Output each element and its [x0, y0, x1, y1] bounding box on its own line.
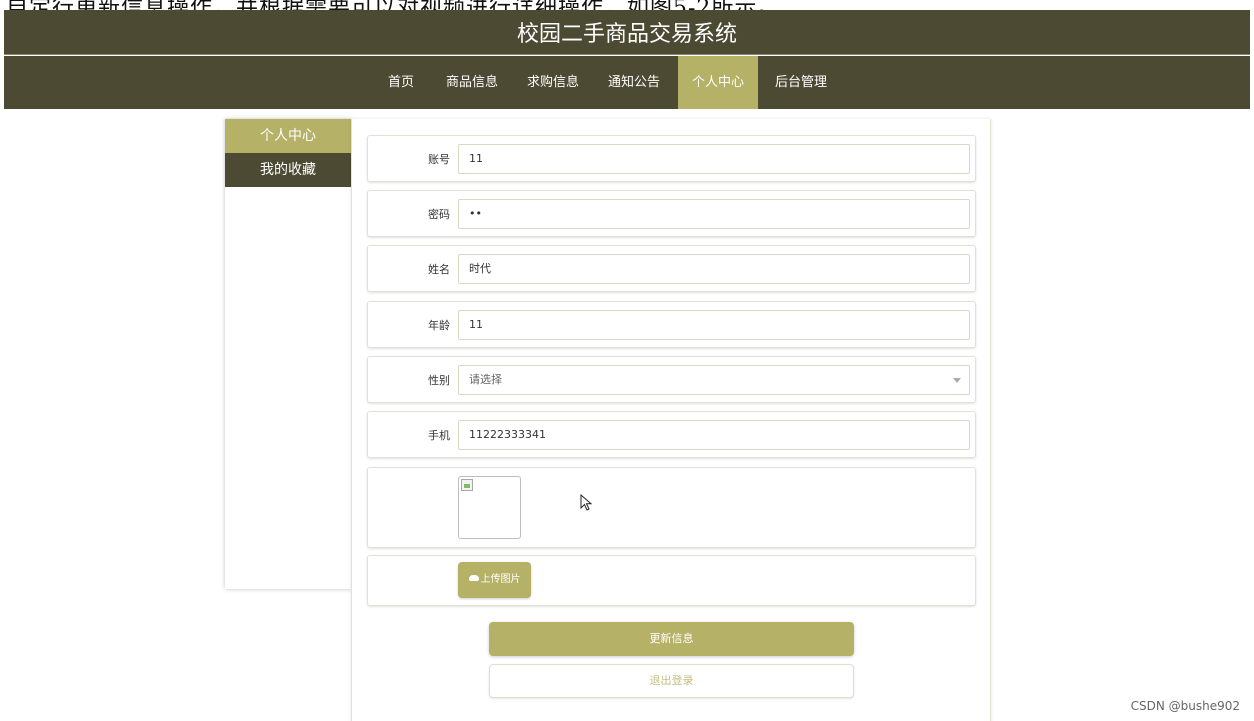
- logout-button[interactable]: 退出登录: [489, 664, 854, 698]
- age-label: 年龄: [428, 319, 450, 332]
- sidebar: 个人中心 我的收藏: [225, 119, 351, 589]
- broken-image-icon: [461, 479, 473, 491]
- form-row-phone: 手机 11222333341: [367, 411, 976, 458]
- nav-goods-info[interactable]: 商品信息: [440, 56, 504, 109]
- site-title: 校园二手商品交易系统: [516, 22, 737, 47]
- password-label: 密码: [428, 208, 450, 221]
- nav-admin[interactable]: 后台管理: [769, 56, 833, 109]
- form-row-name: 姓名 时代: [367, 245, 976, 292]
- gender-select-placeholder: 请选择: [469, 373, 502, 386]
- account-input[interactable]: 11: [458, 144, 970, 174]
- gender-select[interactable]: 请选择: [458, 365, 970, 395]
- form-row-avatar: [367, 467, 976, 548]
- chevron-down-icon: [953, 378, 961, 383]
- form-row-account: 账号 11: [367, 135, 976, 182]
- nav-notices[interactable]: 通知公告: [602, 56, 666, 109]
- nav-home[interactable]: 首页: [377, 56, 425, 109]
- age-input[interactable]: 11: [458, 310, 970, 340]
- mouse-cursor-icon: [580, 494, 593, 511]
- nav-purchase-info[interactable]: 求购信息: [521, 56, 585, 109]
- upload-image-button[interactable]: 上传图片: [458, 562, 531, 598]
- avatar-preview[interactable]: [458, 476, 521, 539]
- nav-personal-center[interactable]: 个人中心: [678, 56, 758, 109]
- profile-form-panel: 账号 11 密码 •• 姓名 时代 年龄 11 性别 请选择 手机 112223…: [351, 119, 991, 721]
- gender-label: 性别: [428, 374, 450, 387]
- sidebar-item-favorites[interactable]: 我的收藏: [225, 153, 351, 187]
- upload-image-label: 上传图片: [480, 574, 521, 585]
- password-input[interactable]: ••: [458, 199, 970, 229]
- form-row-gender: 性别 请选择: [367, 356, 976, 403]
- phone-label: 手机: [428, 429, 450, 442]
- form-row-upload: 上传图片: [367, 555, 976, 606]
- name-input[interactable]: 时代: [458, 254, 970, 284]
- form-row-password: 密码 ••: [367, 190, 976, 237]
- account-label: 账号: [428, 153, 450, 166]
- watermark: CSDN @bushe902: [1130, 699, 1240, 713]
- sidebar-item-personal-center[interactable]: 个人中心: [225, 119, 351, 153]
- cloud-upload-icon: [468, 575, 479, 581]
- site-header: 校园二手商品交易系统: [4, 10, 1250, 55]
- update-info-button[interactable]: 更新信息: [489, 622, 854, 656]
- form-row-age: 年龄 11: [367, 301, 976, 348]
- name-label: 姓名: [428, 263, 450, 276]
- phone-input[interactable]: 11222333341: [458, 420, 970, 450]
- top-nav: 首页 商品信息 求购信息 通知公告 个人中心 后台管理: [4, 56, 1250, 109]
